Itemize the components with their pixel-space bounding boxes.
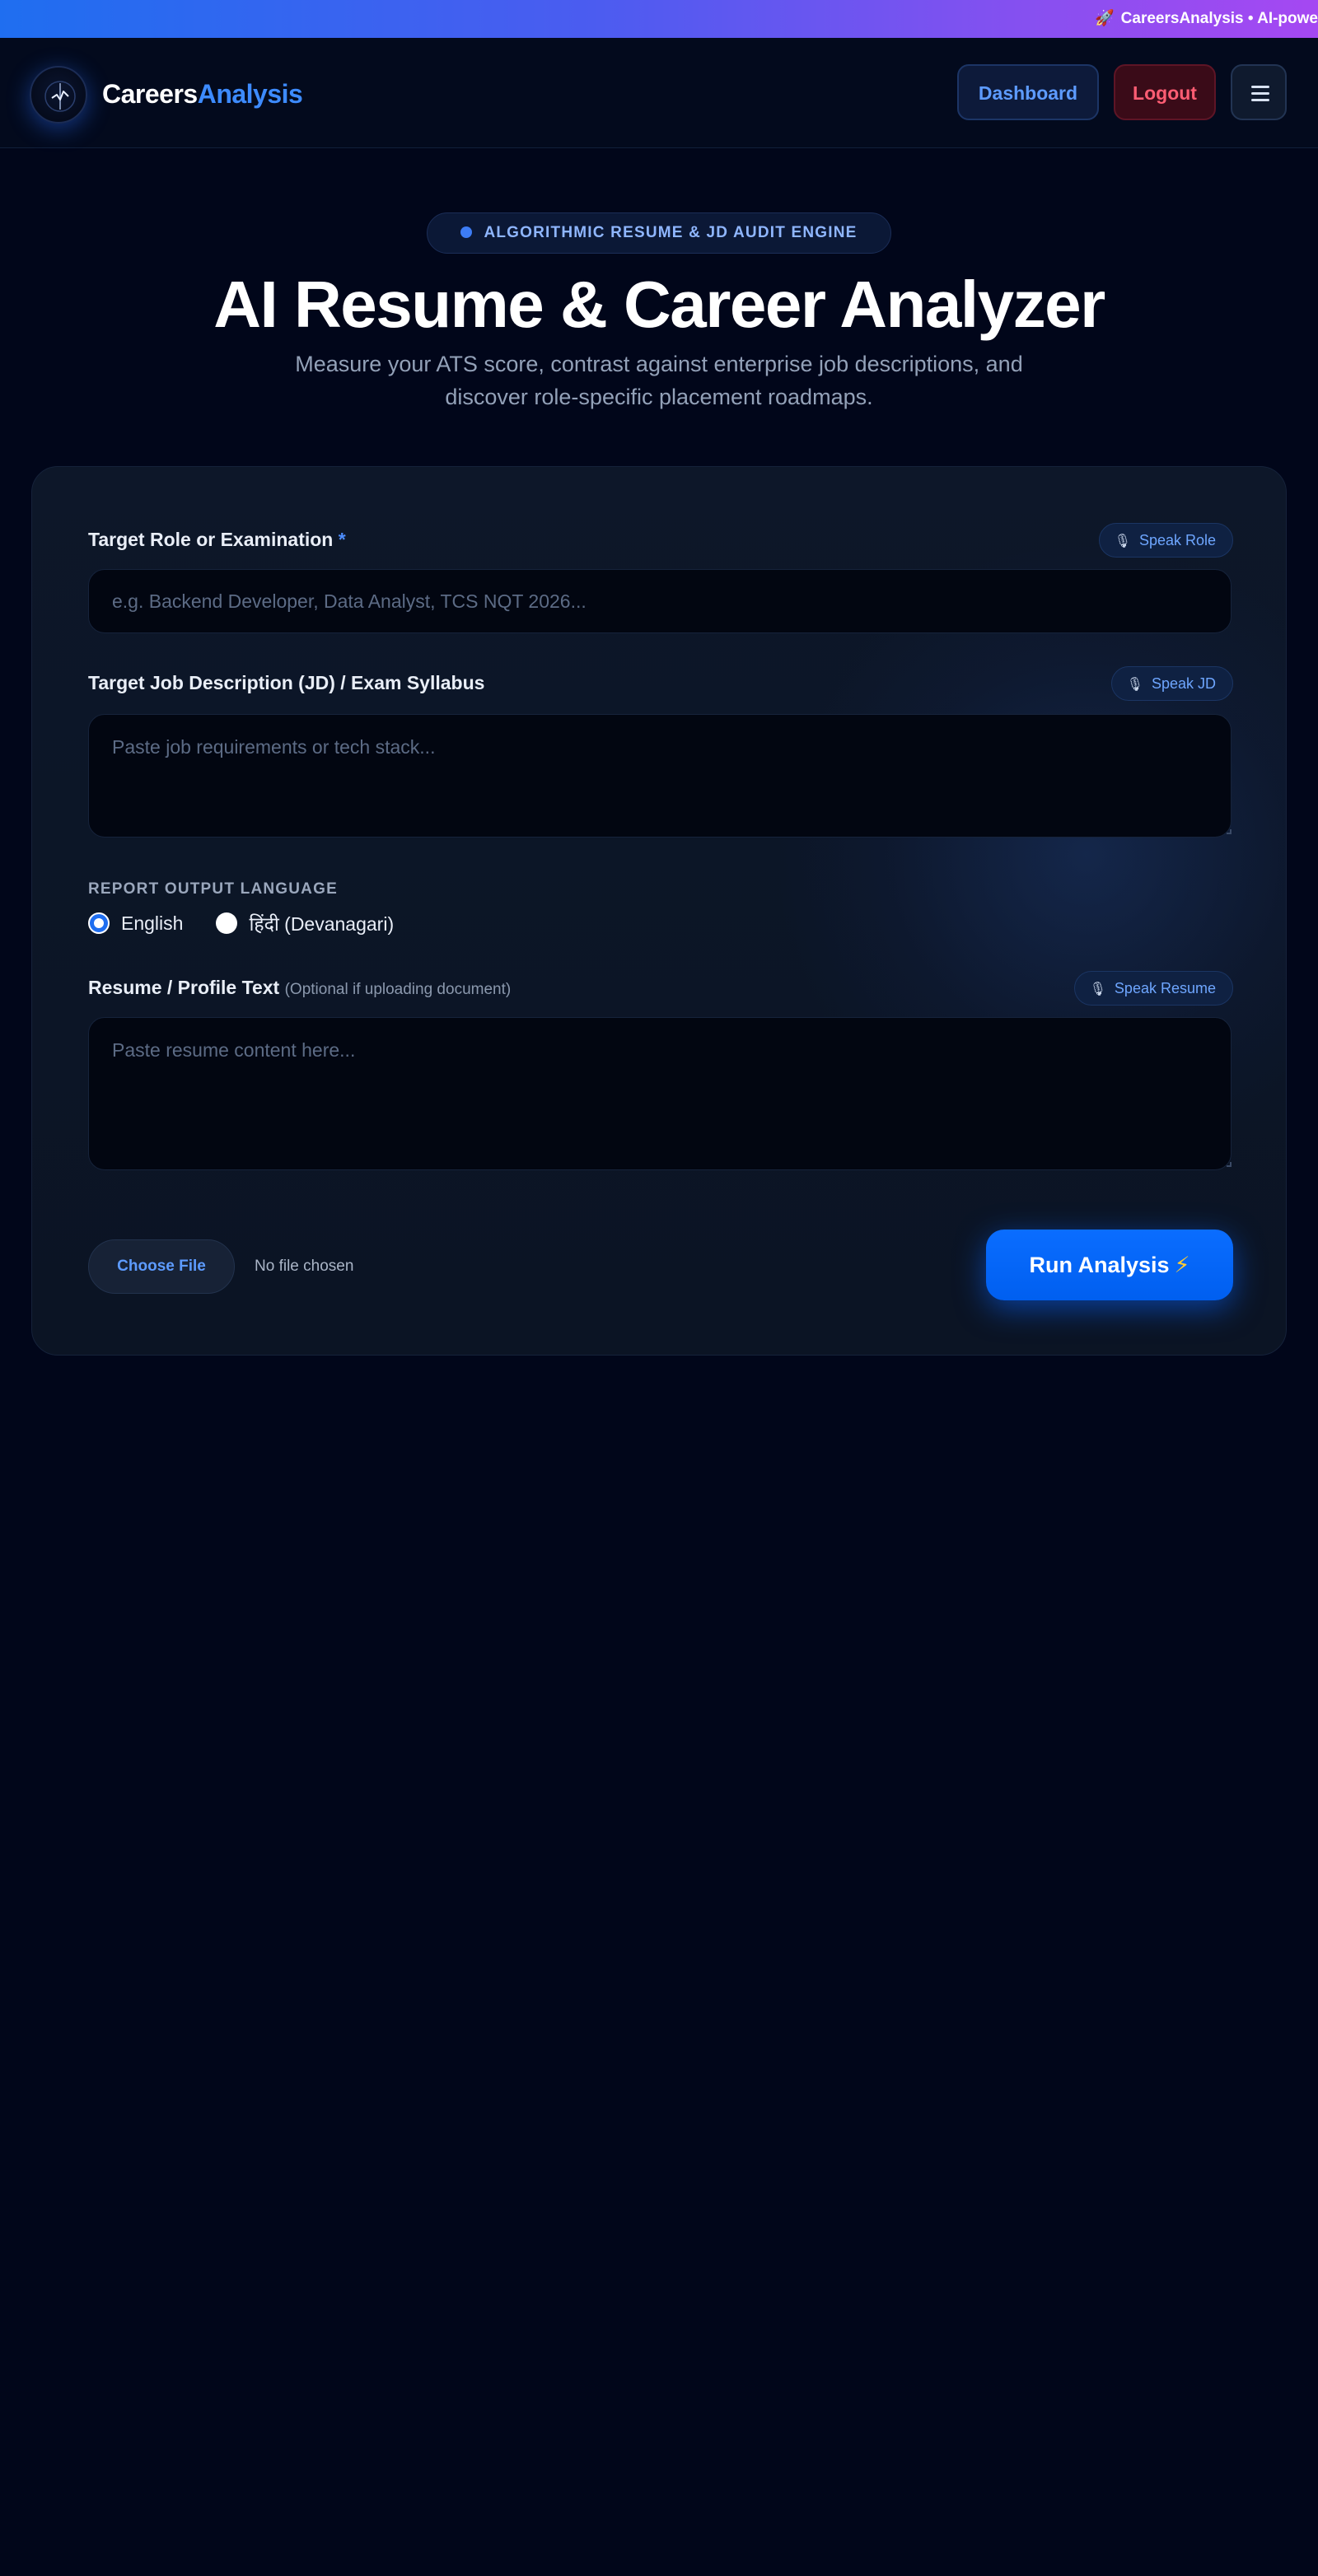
lightning-icon: ⚡ (1174, 1253, 1190, 1277)
speak-jd-label: Speak JD (1151, 675, 1216, 692)
language-heading: REPORT OUTPUT LANGUAGE (88, 880, 338, 898)
textarea-resize-handle[interactable] (1227, 829, 1232, 834)
language-radio-group: English हिंदी (Devanagari) (88, 908, 427, 938)
english-radio[interactable] (88, 912, 110, 934)
file-status-text: No file chosen (255, 1258, 354, 1275)
english-radio-label[interactable]: English (121, 912, 183, 935)
hamburger-menu-icon[interactable] (1231, 64, 1287, 120)
run-analysis-button[interactable]: Run Analysis ⚡ (986, 1230, 1233, 1300)
rocket-icon: 🚀 (1095, 10, 1115, 27)
subtitle-line-2: discover role-specific placement roadmap… (445, 385, 873, 409)
microphone-icon: 🎙 (1089, 982, 1106, 996)
target-role-input[interactable] (88, 569, 1232, 633)
ticker-text: CareersAnalysis • AI-powe (1120, 10, 1318, 27)
role-label: Target Role or Examination * (88, 526, 346, 553)
speak-role-label: Speak Role (1138, 532, 1216, 548)
brand-name[interactable]: CareersAnalysis (102, 76, 303, 112)
hindi-radio-label[interactable]: हिंदी (Devanagari) (249, 910, 394, 936)
resume-optional-hint: (Optional if uploading document) (284, 981, 512, 998)
resume-label-text: Resume / Profile Text (88, 977, 280, 998)
dashboard-button[interactable]: Dashboard (957, 64, 1099, 120)
brand-primary: Careers (102, 79, 198, 109)
page-title: AI Resume & Career Analyzer (213, 268, 1105, 341)
textarea-resize-handle[interactable] (1227, 1162, 1232, 1167)
resume-label: Resume / Profile Text (Optional if uploa… (88, 974, 511, 1001)
brand-accent: Analysis (197, 79, 303, 109)
resume-textarea[interactable] (88, 1017, 1232, 1170)
hindi-radio[interactable] (216, 912, 238, 934)
subtitle-line-1: Measure your ATS score, contrast against… (295, 352, 1023, 376)
logo-icon[interactable] (30, 66, 87, 124)
top-navbar: CareersAnalysis Dashboard Logout (0, 38, 1318, 148)
page-subtitle: Measure your ATS score, contrast against… (247, 348, 1071, 413)
speak-resume-label: Speak Resume (1114, 980, 1216, 996)
analyzer-form-card: Target Role or Examination * 🎙 Speak Role… (31, 466, 1287, 1356)
speak-jd-button[interactable]: 🎙 Speak JD (1110, 666, 1233, 701)
hero-badge: ALGORITHMIC RESUME & JD AUDIT ENGINE (427, 212, 891, 254)
job-description-textarea[interactable] (88, 714, 1232, 838)
brain-icon (44, 81, 76, 112)
run-analysis-label: Run Analysis (1029, 1253, 1170, 1277)
ticker-message: 🚀 CareersAnalysis • AI-powe (1082, 0, 1318, 38)
hero-badge-text: ALGORITHMIC RESUME & JD AUDIT ENGINE (484, 224, 858, 241)
speak-role-button[interactable]: 🎙 Speak Role (1098, 523, 1233, 558)
announcement-bar: 🚀 CareersAnalysis • AI-powe (0, 0, 1318, 38)
speak-resume-button[interactable]: 🎙 Speak Resume (1073, 971, 1233, 1006)
logout-button[interactable]: Logout (1114, 64, 1216, 120)
badge-dot-icon (460, 226, 473, 238)
role-label-text: Target Role or Examination (88, 529, 334, 550)
microphone-icon: 🎙 (1114, 534, 1131, 548)
required-mark: * (338, 529, 346, 550)
microphone-icon: 🎙 (1126, 678, 1143, 692)
choose-file-button[interactable]: Choose File (88, 1239, 235, 1294)
jd-label: Target Job Description (JD) / Exam Sylla… (88, 672, 485, 693)
